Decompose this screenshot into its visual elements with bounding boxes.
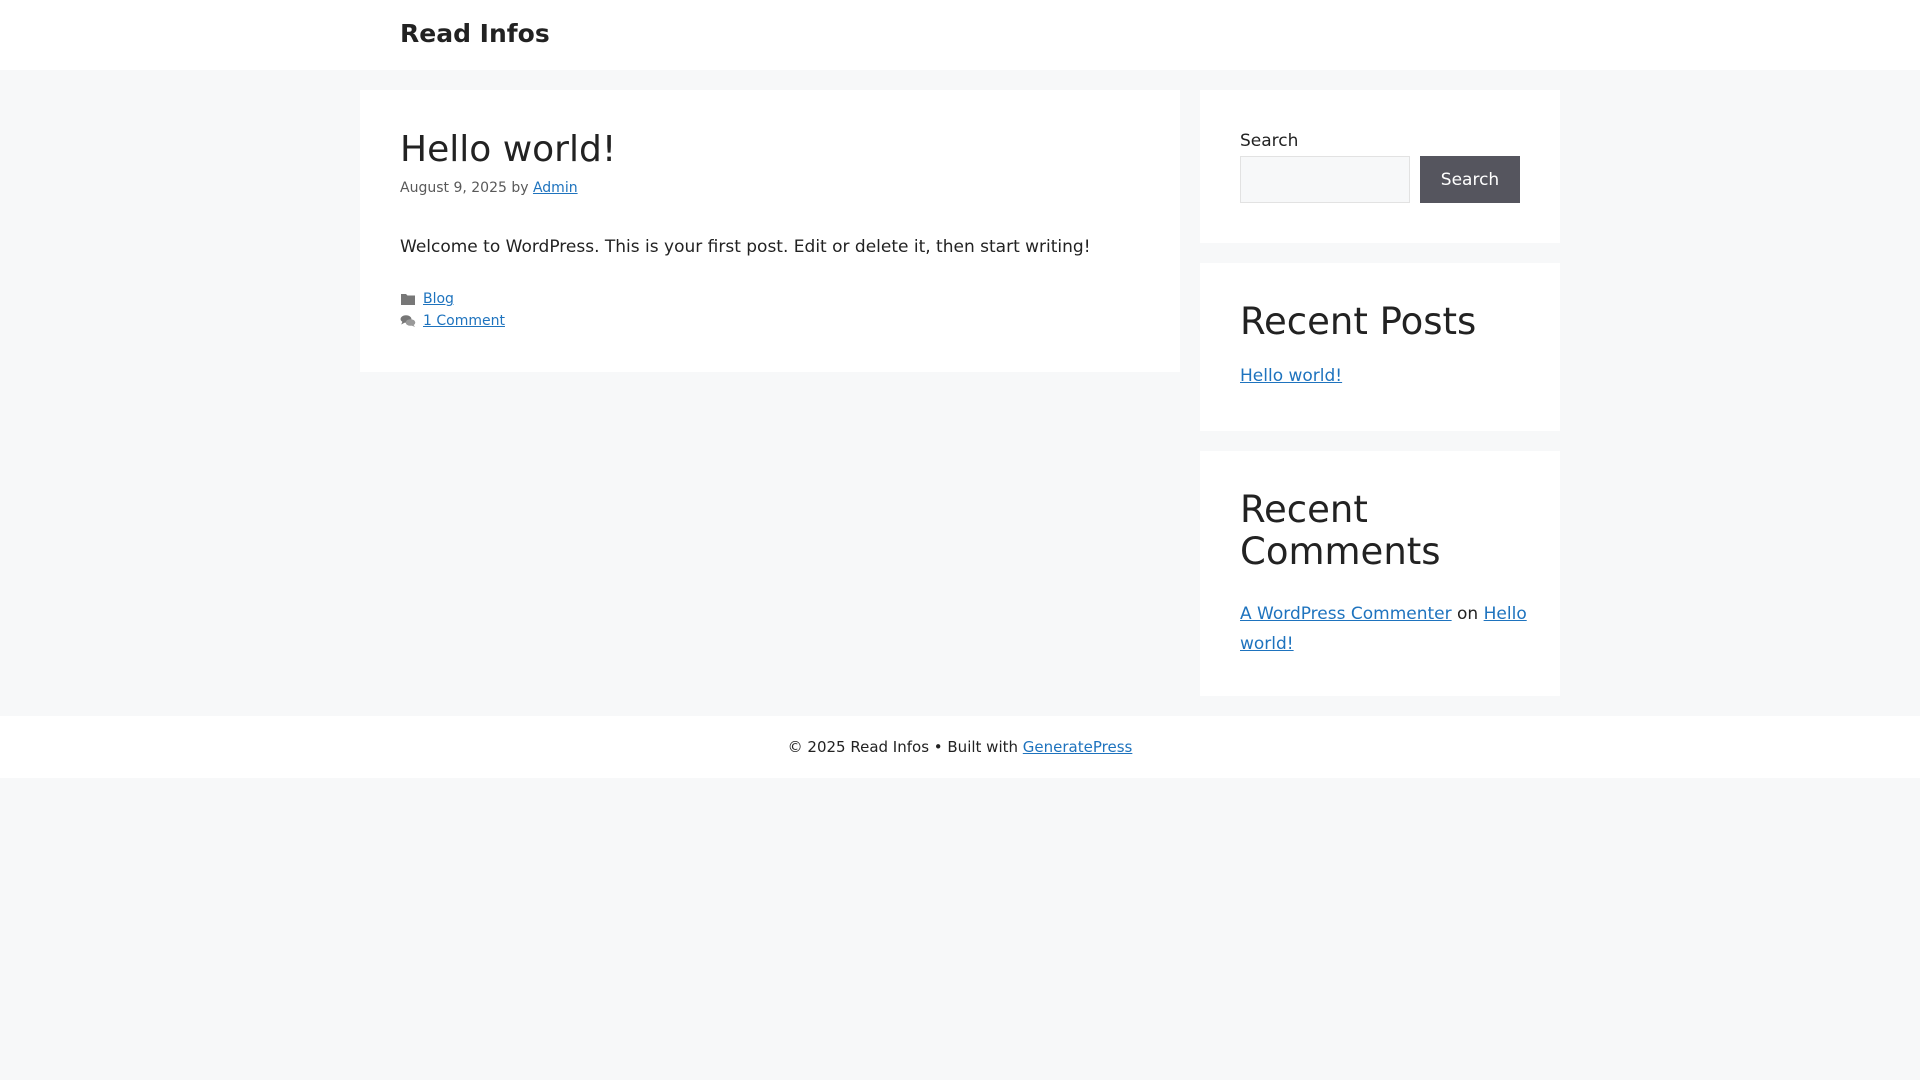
search-input[interactable] [1240,156,1410,203]
post-content: Welcome to WordPress. This is your first… [400,237,1091,257]
recent-comment-item: A WordPress Commenter on Hello world! [1240,599,1530,659]
post-author-link[interactable]: Admin [533,180,578,196]
recent-comments-widget: Recent Comments A WordPress Commenter on… [1200,451,1560,696]
comment-author-link[interactable]: A WordPress Commenter [1240,604,1452,624]
footer-copyright: © 2025 Read Infos • Built with [787,738,1019,756]
recent-post-item: Hello world! [1240,361,1342,391]
search-widget: Search Search [1200,90,1560,243]
post-comments-link[interactable]: 1 Comment [423,310,505,332]
post-by-label: by [511,180,529,196]
post-meta: August 9, 2025 by Admin [400,179,578,197]
site-title[interactable]: Read Infos [400,18,550,50]
search-button[interactable]: Search [1420,156,1520,203]
footer-generatepress-link[interactable]: GeneratePress [1023,738,1133,756]
post-title: Hello world! [400,129,617,170]
recent-comments-title: Recent Comments [1240,488,1441,573]
recent-post-link[interactable]: Hello world! [1240,366,1342,386]
recent-posts-title: Recent Posts [1240,300,1477,343]
site-footer: © 2025 Read Infos • Built with GenerateP… [0,716,1920,778]
comments-icon [400,315,416,327]
comment-on-label: on [1457,604,1479,624]
post-comments-line: 1 Comment [400,310,505,332]
recent-posts-list: Hello world! [1240,361,1342,391]
post-article: Hello world! August 9, 2025 by Admin Wel… [360,90,1180,372]
recent-comments-list: A WordPress Commenter on Hello world! [1240,599,1530,659]
post-date: August 9, 2025 [400,180,507,196]
post-category-link[interactable]: Blog [423,288,454,310]
post-footer: Blog 1 Comment [400,288,505,332]
site-header: Read Infos [0,0,1920,70]
search-label: Search [1240,131,1299,151]
post-category-line: Blog [400,288,505,310]
folder-icon [401,294,415,305]
recent-posts-widget: Recent Posts Hello world! [1200,263,1560,431]
